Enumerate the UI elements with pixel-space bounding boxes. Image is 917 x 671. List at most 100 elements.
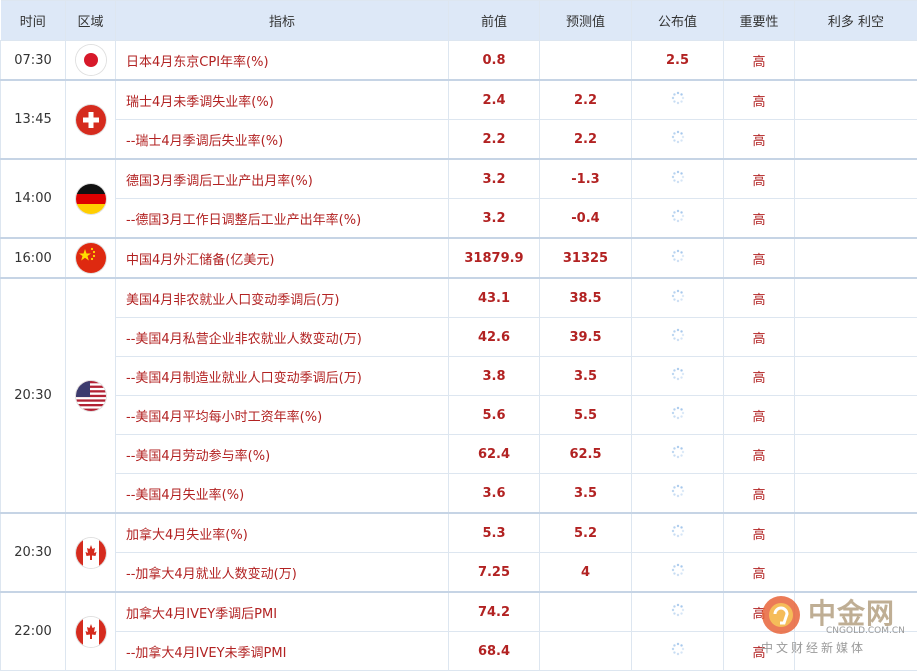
region-flag bbox=[66, 159, 116, 238]
impact-cell bbox=[795, 474, 917, 514]
table-row: --瑞士4月季调后失业率(%)2.22.2高 bbox=[1, 120, 917, 160]
previous-value: 42.6 bbox=[449, 318, 540, 357]
forecast-value bbox=[540, 41, 632, 81]
previous-value: 2.2 bbox=[449, 120, 540, 160]
forecast-value: 5.5 bbox=[540, 396, 632, 435]
forecast-value: 2.2 bbox=[540, 80, 632, 120]
canada-flag-icon bbox=[76, 617, 106, 647]
previous-value: 43.1 bbox=[449, 278, 540, 318]
actual-value-pending bbox=[632, 553, 724, 593]
indicator-name[interactable]: 日本4月东京CPI年率(%) bbox=[116, 41, 449, 81]
table-row: 07:30日本4月东京CPI年率(%)0.82.5高 bbox=[1, 41, 917, 81]
indicator-name[interactable]: 美国4月非农就业人口变动季调后(万) bbox=[116, 278, 449, 318]
indicator-name[interactable]: --德国3月工作日调整后工业产出年率(%) bbox=[116, 199, 449, 239]
importance-value: 高 bbox=[724, 513, 795, 553]
header-impact: 利多 利空 bbox=[795, 1, 917, 41]
indicator-name[interactable]: --美国4月失业率(%) bbox=[116, 474, 449, 514]
indicator-name[interactable]: 加拿大4月失业率(%) bbox=[116, 513, 449, 553]
loading-spinner-icon bbox=[671, 524, 685, 538]
indicator-name[interactable]: --美国4月平均每小时工资年率(%) bbox=[116, 396, 449, 435]
actual-value-pending bbox=[632, 120, 724, 160]
indicator-name[interactable]: --美国4月私营企业非农就业人数变动(万) bbox=[116, 318, 449, 357]
indicator-name[interactable]: --美国4月劳动参与率(%) bbox=[116, 435, 449, 474]
loading-spinner-icon bbox=[671, 130, 685, 144]
cngold-watermark: 中金网 CNGOLD.COM.CN 中文财经新媒体 bbox=[756, 590, 916, 660]
actual-value-pending bbox=[632, 159, 724, 199]
table-row: --美国4月制造业就业人口变动季调后(万)3.83.5高 bbox=[1, 357, 917, 396]
indicator-name[interactable]: --加拿大4月就业人数变动(万) bbox=[116, 553, 449, 593]
header-forecast: 预测值 bbox=[540, 1, 632, 41]
importance-value: 高 bbox=[724, 238, 795, 278]
actual-value-pending bbox=[632, 318, 724, 357]
previous-value: 3.2 bbox=[449, 159, 540, 199]
forecast-value: 31325 bbox=[540, 238, 632, 278]
loading-spinner-icon bbox=[671, 563, 685, 577]
event-time: 07:30 bbox=[1, 41, 66, 81]
forecast-value: -0.4 bbox=[540, 199, 632, 239]
actual-value-pending bbox=[632, 435, 724, 474]
usa-flag-icon bbox=[76, 381, 106, 411]
previous-value: 7.25 bbox=[449, 553, 540, 593]
impact-cell bbox=[795, 318, 917, 357]
forecast-value bbox=[540, 632, 632, 671]
actual-value-pending bbox=[632, 357, 724, 396]
indicator-name[interactable]: 瑞士4月未季调失业率(%) bbox=[116, 80, 449, 120]
indicator-name[interactable]: 德国3月季调后工业产出月率(%) bbox=[116, 159, 449, 199]
switzerland-flag-icon bbox=[76, 105, 106, 135]
table-row: --德国3月工作日调整后工业产出年率(%)3.2-0.4高 bbox=[1, 199, 917, 239]
indicator-name[interactable]: --瑞士4月季调后失业率(%) bbox=[116, 120, 449, 160]
event-time: 16:00 bbox=[1, 238, 66, 278]
watermark-site: CNGOLD.COM.CN bbox=[826, 626, 905, 636]
actual-value-pending bbox=[632, 513, 724, 553]
header-importance: 重要性 bbox=[724, 1, 795, 41]
indicator-name[interactable]: 加拿大4月IVEY季调后PMI bbox=[116, 592, 449, 632]
previous-value: 3.6 bbox=[449, 474, 540, 514]
importance-value: 高 bbox=[724, 357, 795, 396]
canada-flag-icon bbox=[76, 538, 106, 568]
actual-value-pending bbox=[632, 80, 724, 120]
impact-cell bbox=[795, 513, 917, 553]
importance-value: 高 bbox=[724, 553, 795, 593]
actual-value: 2.5 bbox=[632, 41, 724, 81]
event-time: 22:00 bbox=[1, 592, 66, 671]
importance-value: 高 bbox=[724, 159, 795, 199]
previous-value: 5.3 bbox=[449, 513, 540, 553]
region-flag bbox=[66, 80, 116, 159]
loading-spinner-icon bbox=[671, 249, 685, 263]
impact-cell bbox=[795, 396, 917, 435]
table-row: --美国4月私营企业非农就业人数变动(万)42.639.5高 bbox=[1, 318, 917, 357]
region-flag bbox=[66, 278, 116, 513]
indicator-name[interactable]: 中国4月外汇储备(亿美元) bbox=[116, 238, 449, 278]
importance-value: 高 bbox=[724, 396, 795, 435]
previous-value: 31879.9 bbox=[449, 238, 540, 278]
actual-value-pending bbox=[632, 396, 724, 435]
previous-value: 62.4 bbox=[449, 435, 540, 474]
loading-spinner-icon bbox=[671, 209, 685, 223]
table-header: 时间 区域 指标 前值 预测值 公布值 重要性 利多 利空 bbox=[1, 1, 917, 41]
impact-cell bbox=[795, 278, 917, 318]
impact-cell bbox=[795, 120, 917, 160]
indicator-name[interactable]: --美国4月制造业就业人口变动季调后(万) bbox=[116, 357, 449, 396]
region-flag bbox=[66, 238, 116, 278]
importance-value: 高 bbox=[724, 80, 795, 120]
indicator-name[interactable]: --加拿大4月IVEY未季调PMI bbox=[116, 632, 449, 671]
cngold-logo-icon bbox=[760, 594, 802, 636]
actual-value-pending bbox=[632, 238, 724, 278]
previous-value: 3.2 bbox=[449, 199, 540, 239]
table-row: --美国4月劳动参与率(%)62.462.5高 bbox=[1, 435, 917, 474]
importance-value: 高 bbox=[724, 120, 795, 160]
table-row: --美国4月平均每小时工资年率(%)5.65.5高 bbox=[1, 396, 917, 435]
table-row: --加拿大4月就业人数变动(万)7.254高 bbox=[1, 553, 917, 593]
actual-value-pending bbox=[632, 592, 724, 632]
previous-value: 74.2 bbox=[449, 592, 540, 632]
actual-value-pending bbox=[632, 199, 724, 239]
forecast-value: 38.5 bbox=[540, 278, 632, 318]
event-time: 13:45 bbox=[1, 80, 66, 159]
header-region: 区域 bbox=[66, 1, 116, 41]
loading-spinner-icon bbox=[671, 484, 685, 498]
forecast-value: -1.3 bbox=[540, 159, 632, 199]
region-flag bbox=[66, 592, 116, 671]
loading-spinner-icon bbox=[671, 91, 685, 105]
loading-spinner-icon bbox=[671, 367, 685, 381]
loading-spinner-icon bbox=[671, 603, 685, 617]
